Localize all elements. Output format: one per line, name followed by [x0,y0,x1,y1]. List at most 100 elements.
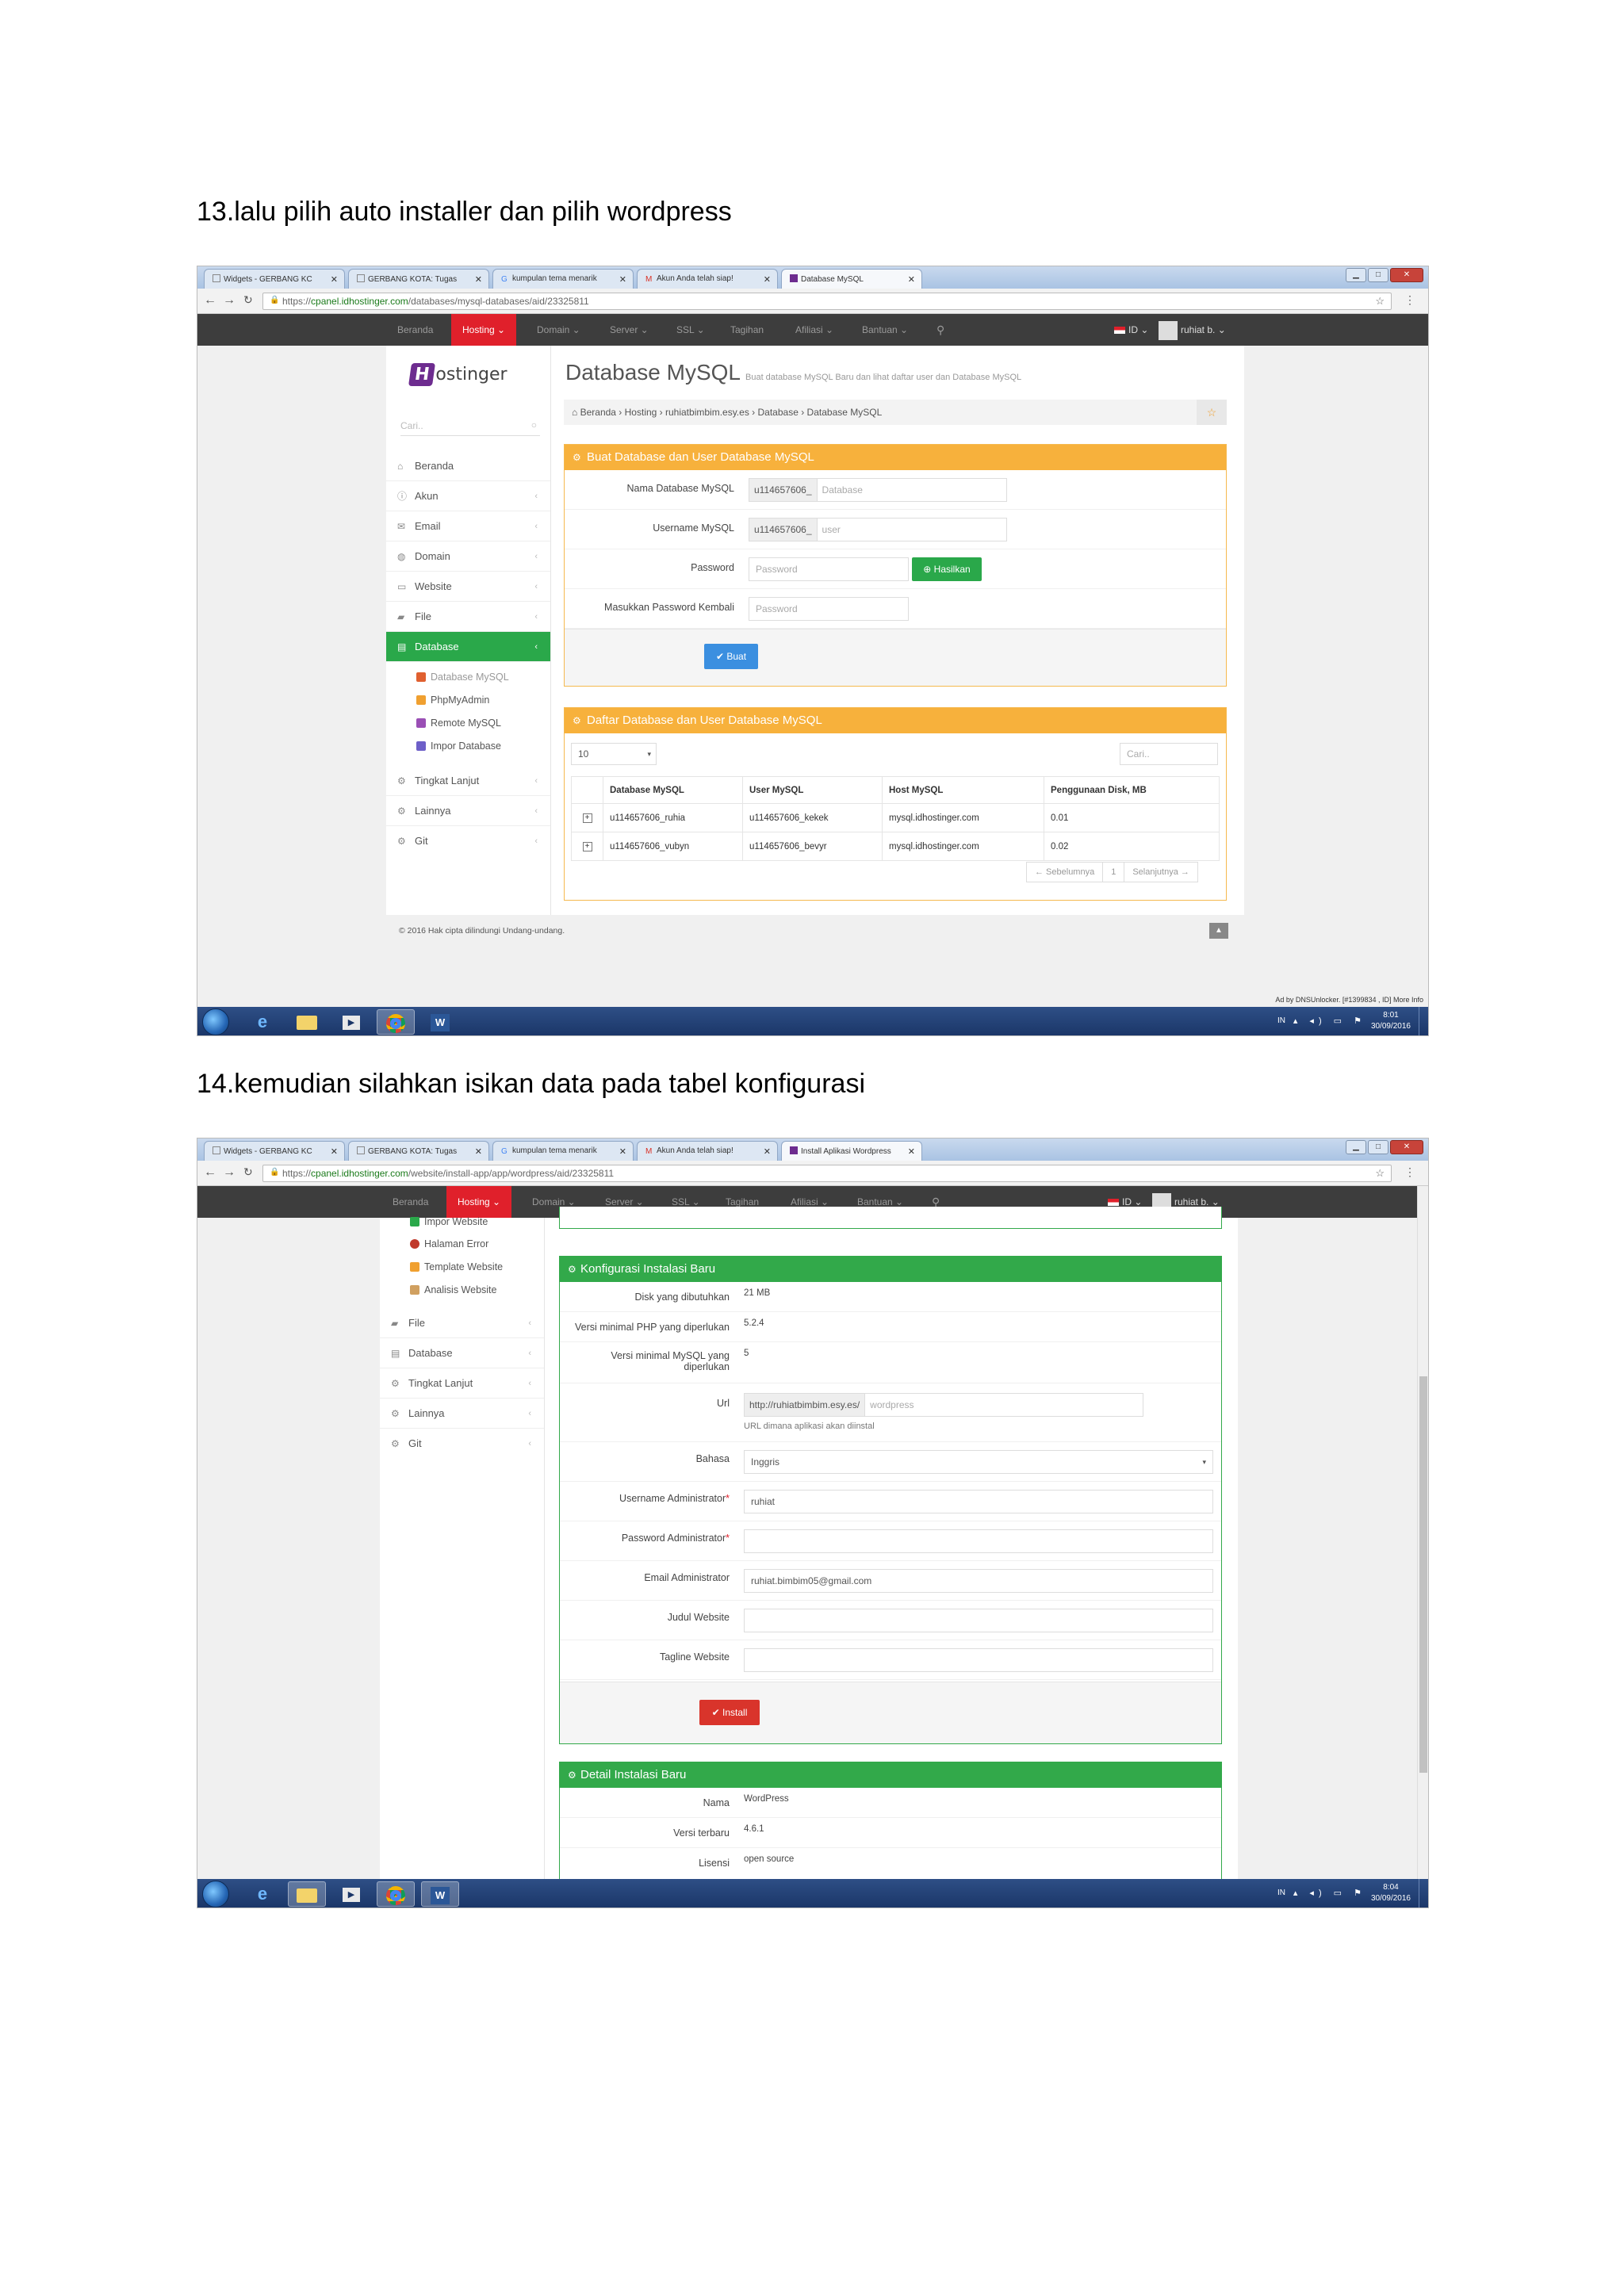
sidebar-sub-database-mysql[interactable]: Database MySQL [416,667,509,687]
user-menu[interactable]: ruhiat b. ⌄ [1159,314,1226,346]
browser-tab[interactable]: Widgets - GERBANG KC ✕ [204,1141,345,1161]
expand-row-icon[interactable]: + [582,813,592,823]
table-search-input[interactable]: Cari.. [1120,743,1218,765]
explorer-icon[interactable] [288,1009,326,1035]
word-icon[interactable]: W [421,1009,459,1035]
sidebar-sub-remote-mysql[interactable]: Remote MySQL [416,713,501,733]
forward-icon[interactable]: → [223,293,236,308]
browser-tab[interactable]: GERBANG KOTA: Tugas ✕ [348,269,489,289]
input-language[interactable]: IN [1277,1016,1285,1025]
nav-server[interactable]: Server ⌄ [610,314,649,346]
nav-tagihan[interactable]: Tagihan [730,314,764,346]
nav-hosting[interactable]: Hosting ⌄ [451,314,517,346]
sidebar-sub-impor-website[interactable]: Impor Website [410,1211,488,1232]
sidebar-item-beranda[interactable]: ⌂ Beranda [386,451,550,481]
back-icon[interactable]: ← [204,293,216,308]
sidebar-item-website[interactable]: ▭ Website ‹ [386,572,550,602]
search-icon[interactable]: ⚲ [936,314,944,346]
sidebar-sub-halaman-error[interactable]: Halaman Error [410,1234,488,1254]
browser-tab[interactable]: Widgets - GERBANG KC ✕ [204,269,345,289]
nav-bantuan[interactable]: Bantuan ⌄ [862,314,908,346]
browser-menu-icon[interactable]: ⋮ [1404,1165,1415,1179]
sidebar-sub-analisis-website[interactable]: Analisis Website [410,1280,496,1300]
url-input[interactable]: 🔒 https://cpanel.idhostinger.com/website… [262,1165,1392,1182]
sidebar-item-email[interactable]: ✉ Email ‹ [386,511,550,541]
db-name-input[interactable]: u114657606_ Database [749,478,1007,502]
install-url-input[interactable]: http://ruhiatbimbim.esy.es/wordpress [744,1393,1143,1417]
browser-tab[interactable]: M Akun Anda telah siap! ✕ [637,269,778,289]
admin-email-input[interactable]: ruhiat.bimbim05@gmail.com [744,1569,1213,1593]
chrome-icon[interactable] [377,1009,415,1035]
sidebar-item-lainnya[interactable]: ⚙ Lainnya ‹ [386,796,550,826]
browser-menu-icon[interactable]: ⋮ [1404,293,1415,307]
language-select[interactable]: Inggris ▾ [744,1450,1213,1474]
page-scrollbar[interactable] [1417,1186,1428,1879]
nav-beranda[interactable]: Beranda [397,314,433,346]
browser-tab[interactable]: Gkumpulan tema menarik ✕ [492,1141,634,1161]
clock[interactable]: 8:01 30/09/2016 [1371,1010,1411,1032]
minimize-icon[interactable]: ▁ [1346,268,1366,282]
column-header[interactable]: Database MySQL [603,776,743,804]
close-icon[interactable]: ✕ [1390,1140,1423,1154]
forward-icon[interactable]: → [223,1165,236,1180]
ie-icon[interactable]: e [243,1009,282,1035]
sidebar-item-file[interactable]: ▰ File ‹ [386,602,550,632]
chrome-icon[interactable] [377,1881,415,1907]
scrollbar-thumb[interactable] [1419,1376,1427,1773]
show-desktop-button[interactable] [1419,1879,1428,1908]
start-button[interactable] [202,1881,229,1908]
reload-icon[interactable]: ↻ [243,1165,253,1179]
next-page-button[interactable]: Selanjutnya → [1124,863,1197,882]
breadcrumb-item[interactable]: ruhiatbimbim.esy.es [665,407,749,418]
create-button[interactable]: ✔ Buat [704,644,758,669]
browser-tab[interactable]: Gkumpulan tema menarik ✕ [492,269,634,289]
browser-tab-active[interactable]: Install Aplikasi Wordpress ✕ [781,1141,922,1161]
sidebar-sub-template-website[interactable]: Template Website [410,1257,503,1277]
back-icon[interactable]: ← [204,1165,216,1180]
media-player-icon[interactable]: ▶ [332,1881,370,1907]
db-user-input[interactable]: u114657606_ user [749,518,1007,541]
column-header[interactable]: Penggunaan Disk, MB [1044,776,1220,804]
minimize-icon[interactable]: ▁ [1346,1140,1366,1154]
maximize-icon[interactable]: □ [1368,268,1388,282]
sidebar-sub-phpmyadmin[interactable]: PhpMyAdmin [416,690,489,710]
sidebar-item-database[interactable]: ▤ Database ‹ [380,1338,544,1368]
sidebar-search-input[interactable]: Cari.. ○ [400,415,540,436]
bookmark-star-icon[interactable]: ☆ [1375,295,1385,308]
sidebar-item-git[interactable]: ⚙ Git ‹ [386,826,550,856]
install-button[interactable]: ✔ Install [699,1700,760,1725]
browser-tab[interactable]: GERBANG KOTA: Tugas ✕ [348,1141,489,1161]
admin-username-input[interactable]: ruhiat [744,1490,1213,1513]
tagline-input[interactable] [744,1648,1213,1672]
column-header[interactable]: Host MySQL [882,776,1044,804]
generate-password-button[interactable]: ⊕ Hasilkan [912,557,982,581]
sidebar-item-akun[interactable]: ⓘ Akun ‹ [386,481,550,511]
nav-ssl[interactable]: SSL ⌄ [676,314,705,346]
url-input[interactable]: 🔒 https://cpanel.idhostinger.com/databas… [262,293,1392,310]
show-desktop-button[interactable] [1419,1007,1428,1035]
sidebar-item-domain[interactable]: ◍ Domain ‹ [386,541,550,572]
repeat-password-input[interactable]: Password [749,597,909,621]
language-selector[interactable]: ID ⌄ [1114,314,1148,346]
column-header[interactable]: User MySQL [742,776,883,804]
tray-icons[interactable]: ▴ ◂) ▭ ⚑ [1293,1888,1366,1898]
browser-tab-active[interactable]: Database MySQL ✕ [781,269,922,289]
media-player-icon[interactable]: ▶ [332,1009,370,1035]
nav-afiliasi[interactable]: Afiliasi ⌄ [795,314,833,346]
maximize-icon[interactable]: □ [1368,1140,1388,1154]
prev-page-button[interactable]: ← Sebelumnya [1027,863,1104,882]
reload-icon[interactable]: ↻ [243,293,253,307]
tray-icons[interactable]: ▴ ◂) ▭ ⚑ [1293,1016,1366,1026]
sidebar-item-git[interactable]: ⚙ Git ‹ [380,1429,544,1459]
page-number-button[interactable]: 1 [1103,863,1125,882]
sidebar-item-file[interactable]: ▰ File ‹ [380,1308,544,1338]
sidebar-item-lainnya[interactable]: ⚙ Lainnya ‹ [380,1399,544,1429]
start-button[interactable] [202,1008,229,1035]
admin-password-input[interactable] [744,1529,1213,1553]
favorite-star-icon[interactable]: ☆ [1197,400,1227,425]
sidebar-sub-impor-database[interactable]: Impor Database [416,736,501,756]
expand-row-icon[interactable]: + [582,842,592,851]
explorer-icon[interactable] [288,1881,326,1907]
password-input[interactable]: Password [749,557,909,581]
browser-tab[interactable]: M Akun Anda telah siap! ✕ [637,1141,778,1161]
